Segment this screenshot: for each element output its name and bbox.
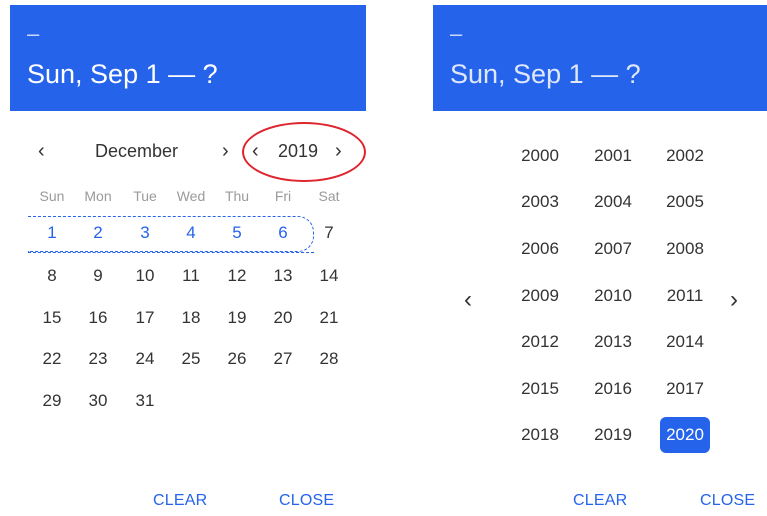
year-cell[interactable]: 2012 [515,324,565,360]
year-cell-selected[interactable]: 2020 [660,417,710,453]
year-cell[interactable]: 2017 [660,371,710,407]
close-button[interactable]: CLOSE [279,491,334,511]
day-cell[interactable]: 25 [171,349,211,369]
day-cell[interactable]: 9 [78,266,118,286]
day-cell[interactable]: 8 [32,266,72,286]
day-cell[interactable]: 19 [217,308,257,328]
day-cell[interactable]: 31 [125,391,165,411]
weekday-label: Mon [84,188,112,204]
next-years-button[interactable]: › [730,288,738,312]
weekday-label: Thu [224,188,250,204]
header-dash: – [27,21,40,46]
month-label[interactable]: December [95,141,178,161]
selected-range-title: Sun, Sep 1 — ? [27,59,218,89]
day-cell[interactable]: 10 [125,266,165,286]
selection-range-outline-top [28,252,314,253]
day-cell[interactable]: 16 [78,308,118,328]
close-button[interactable]: CLOSE [700,491,755,511]
year-cell[interactable]: 2015 [515,371,565,407]
year-cell[interactable]: 2018 [515,417,565,453]
day-cell[interactable]: 13 [263,266,303,286]
picker-header: – Sun, Sep 1 — ? [10,5,366,111]
weekday-label: Tue [133,188,157,204]
year-label[interactable]: 2019 [278,141,318,161]
date-picker-year-view: – Sun, Sep 1 — ? ‹ 2000 2001 2002 2003 2004 2… [433,5,767,516]
day-cell[interactable]: 6 [263,223,303,243]
year-cell[interactable]: 2005 [660,184,710,220]
year-cell[interactable]: 2004 [588,184,638,220]
day-cell[interactable]: 1 [32,223,72,243]
day-cell[interactable]: 14 [309,266,349,286]
year-cell[interactable]: 2000 [515,138,565,174]
day-cell[interactable]: 3 [125,223,165,243]
header-dash: – [450,21,463,46]
day-cell[interactable]: 23 [78,349,118,369]
weekday-label: Sun [39,188,65,204]
picker-header: – Sun, Sep 1 — ? [433,5,767,111]
day-cell[interactable]: 5 [217,223,257,243]
year-cell[interactable]: 2011 [660,278,710,314]
day-cell[interactable]: 24 [125,349,165,369]
day-cell[interactable]: 26 [217,349,257,369]
next-month-button[interactable]: › [222,141,229,161]
day-cell[interactable]: 29 [32,391,72,411]
day-cell[interactable]: 15 [32,308,72,328]
year-cell[interactable]: 2006 [515,231,565,267]
weekday-label: Sat [318,188,340,204]
next-year-button[interactable]: › [335,141,342,161]
prev-years-button[interactable]: ‹ [464,288,472,312]
year-cell[interactable]: 2003 [515,184,565,220]
year-cell[interactable]: 2013 [588,324,638,360]
year-cell[interactable]: 2002 [660,138,710,174]
day-cell[interactable]: 7 [309,223,349,243]
day-cell[interactable]: 22 [32,349,72,369]
day-cell[interactable]: 27 [263,349,303,369]
day-cell[interactable]: 4 [171,223,211,243]
year-cell[interactable]: 2016 [588,371,638,407]
year-cell[interactable]: 2014 [660,324,710,360]
weekday-label: Wed [176,188,206,204]
year-cell[interactable]: 2008 [660,231,710,267]
prev-year-button[interactable]: ‹ [252,141,259,161]
day-cell[interactable]: 18 [171,308,211,328]
day-cell[interactable]: 17 [125,308,165,328]
clear-button[interactable]: CLEAR [153,491,207,511]
year-cell[interactable]: 2007 [588,231,638,267]
date-picker-day-view: – Sun, Sep 1 — ? ‹ December › ‹ 2019 › S… [10,5,366,516]
day-cell[interactable]: 28 [309,349,349,369]
year-cell[interactable]: 2001 [588,138,638,174]
year-cell[interactable]: 2009 [515,278,565,314]
weekday-label: Fri [274,188,292,204]
day-cell[interactable]: 20 [263,308,303,328]
selected-range-title: Sun, Sep 1 — ? [450,59,641,89]
day-cell[interactable]: 21 [309,308,349,328]
day-cell[interactable]: 11 [171,266,211,286]
year-cell[interactable]: 2010 [588,278,638,314]
day-cell[interactable]: 30 [78,391,118,411]
prev-month-button[interactable]: ‹ [38,141,45,161]
day-cell[interactable]: 12 [217,266,257,286]
clear-button[interactable]: CLEAR [573,491,627,511]
year-cell[interactable]: 2019 [588,417,638,453]
day-cell[interactable]: 2 [78,223,118,243]
